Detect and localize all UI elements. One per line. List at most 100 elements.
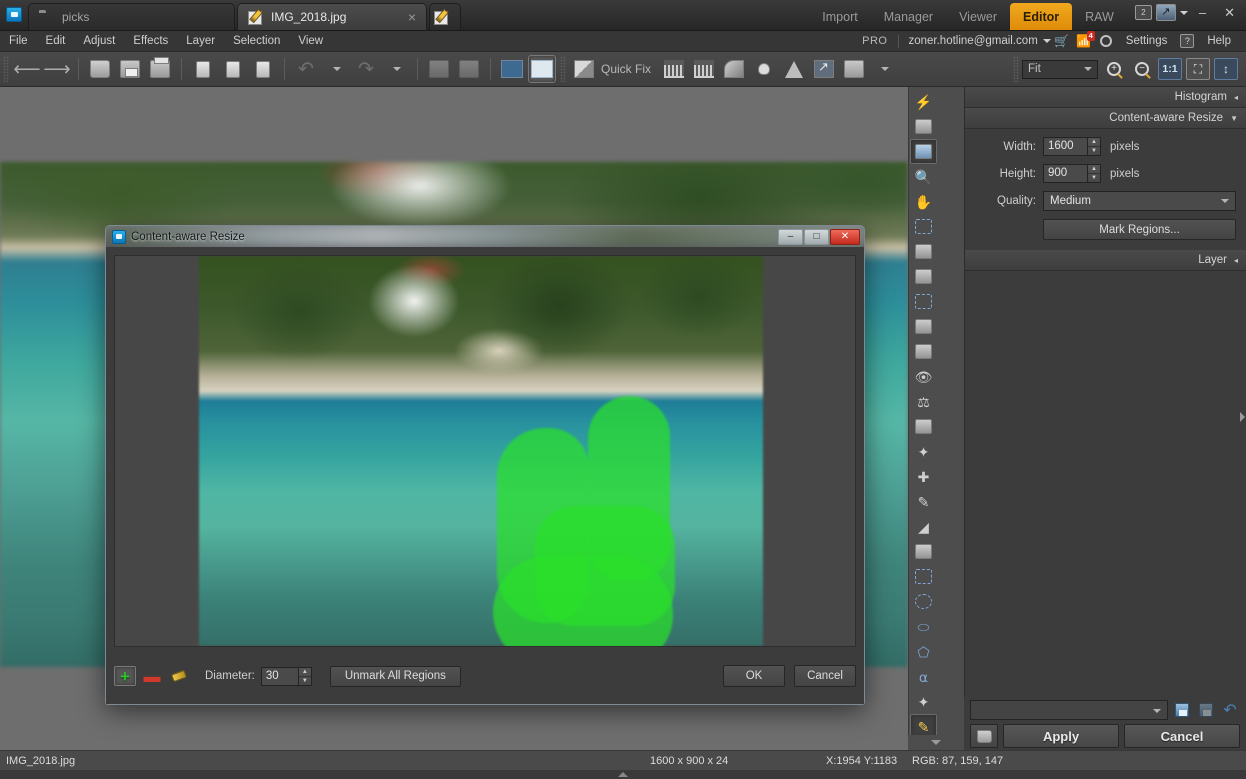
tool-zoom[interactable]: 🔍 [910, 164, 937, 189]
dialog-close-button[interactable]: ✕ [830, 228, 860, 245]
tool-lasso-select[interactable]: ⬭ [910, 614, 937, 639]
menu-selection[interactable]: Selection [224, 35, 289, 47]
rotate-right-button[interactable] [455, 55, 483, 83]
height-stepper[interactable]: 900 ▲ ▼ [1043, 164, 1101, 183]
tool-magnetic-lasso[interactable]: ⍺ [910, 664, 937, 689]
dialog-cancel-button[interactable]: Cancel [794, 665, 856, 687]
tool-paint-brush[interactable]: ✎ [910, 489, 937, 514]
diameter-stepper[interactable]: 30 ▲ ▼ [260, 666, 312, 686]
compare-preview-icon[interactable] [970, 724, 998, 748]
forward-button[interactable]: ⟶ [43, 55, 71, 83]
dialog-title-bar[interactable]: Content-aware Resize – □ ✕ [106, 226, 864, 247]
tool-healing-brush[interactable]: ✚ [910, 464, 937, 489]
save-button[interactable] [116, 55, 144, 83]
mode-viewer[interactable]: Viewer [946, 3, 1010, 30]
mode-raw[interactable]: RAW [1072, 3, 1127, 30]
reset-undo-icon[interactable]: ↶ [1220, 701, 1240, 720]
diameter-input[interactable]: 30 [260, 666, 299, 686]
undo-button[interactable]: ↶ [292, 55, 320, 83]
account-email[interactable]: zoner.hotline@gmail.com [901, 35, 1042, 47]
tool-smooth-iron[interactable] [910, 414, 937, 439]
fit-to-window-button[interactable]: ⛶ [1186, 58, 1210, 80]
tool-free-transform[interactable] [910, 289, 937, 314]
close-button[interactable]: ✕ [1217, 5, 1242, 21]
curves-button[interactable] [690, 55, 718, 83]
tool-ellipse-select[interactable] [910, 589, 937, 614]
spin-down-icon[interactable]: ▼ [1088, 174, 1100, 182]
tool-retouch-brush[interactable]: ✦ [910, 439, 937, 464]
zoom-out-button[interactable]: − [1130, 58, 1154, 80]
menu-view[interactable]: View [289, 35, 332, 47]
tool-polygon-select[interactable]: ⬠ [910, 639, 937, 664]
lighten-button[interactable] [750, 55, 778, 83]
unmark-all-regions-button[interactable]: Unmark All Regions [329, 665, 461, 687]
tool-distort[interactable] [910, 314, 937, 339]
tool-straighten[interactable] [910, 239, 937, 264]
eraser-button[interactable] [168, 666, 190, 686]
copy-button[interactable] [189, 55, 217, 83]
menu-edit[interactable]: Edit [37, 35, 75, 47]
toolbar-grip[interactable] [1013, 56, 1019, 82]
layers-dropdown[interactable] [870, 55, 898, 83]
tool-perspective-v[interactable] [910, 264, 937, 289]
mode-import[interactable]: Import [809, 3, 870, 30]
tool-layers[interactable] [910, 114, 937, 139]
panel-header-layer[interactable]: Layer ◂ [965, 250, 1246, 271]
menu-adjust[interactable]: Adjust [74, 35, 124, 47]
open-button[interactable] [86, 55, 114, 83]
remove-region-button[interactable]: ▬ [141, 666, 163, 686]
bottom-expander-bar[interactable] [0, 770, 1246, 779]
shopping-cart-icon[interactable]: 🛒 [1051, 33, 1073, 49]
zoom-level-select[interactable]: Fit [1022, 59, 1098, 79]
menu-effects[interactable]: Effects [124, 35, 177, 47]
panel-header-content-aware-resize[interactable]: Content-aware Resize ▼ [965, 108, 1246, 129]
tool-eraser[interactable] [910, 539, 937, 564]
layout-sidepanel-button[interactable] [528, 55, 556, 83]
quality-select[interactable]: Medium [1043, 191, 1236, 211]
mode-manager[interactable]: Manager [871, 3, 946, 30]
tab-img-2018[interactable]: IMG_2018.jpg × [237, 3, 427, 30]
back-button[interactable]: ⟵ [13, 55, 41, 83]
tool-paint-bucket[interactable]: ◢ [910, 514, 937, 539]
layout-filmstrip-button[interactable] [498, 55, 526, 83]
quick-fix-button[interactable] [570, 55, 598, 83]
actual-size-button[interactable]: 1:1 [1158, 58, 1182, 80]
cancel-button[interactable]: Cancel [1124, 724, 1240, 748]
menu-file[interactable]: File [0, 35, 37, 47]
chevron-down-icon[interactable] [1179, 10, 1188, 15]
tool-red-eye[interactable]: 👁 [910, 364, 937, 389]
apply-button[interactable]: Apply [1003, 724, 1119, 748]
rss-feed-icon[interactable]: 📶 4 [1073, 31, 1095, 49]
menu-layer[interactable]: Layer [177, 35, 224, 47]
help-icon[interactable]: ? [1176, 33, 1198, 49]
tool-clone-stamp[interactable]: ⚖ [910, 389, 937, 414]
tool-palette-scroll-down[interactable] [908, 735, 964, 750]
gear-icon[interactable] [1095, 33, 1117, 49]
tab-new-document[interactable] [429, 3, 461, 30]
height-spin-buttons[interactable]: ▲ ▼ [1088, 164, 1101, 183]
mode-editor[interactable]: Editor [1010, 3, 1073, 30]
dialog-ok-button[interactable]: OK [723, 665, 785, 687]
spin-down-icon[interactable]: ▼ [299, 677, 311, 685]
mark-regions-button[interactable]: Mark Regions... [1043, 219, 1236, 240]
tool-crop[interactable] [910, 214, 937, 239]
contrast-button[interactable] [780, 55, 808, 83]
preset-select[interactable] [970, 700, 1168, 720]
tool-hand[interactable]: ✋ [910, 189, 937, 214]
dialog-maximize-button[interactable]: □ [804, 228, 829, 245]
resize-button[interactable] [810, 55, 838, 83]
tab-picks[interactable]: picks [28, 3, 235, 30]
diameter-spin-buttons[interactable]: ▲ ▼ [298, 666, 312, 686]
settings-link[interactable]: Settings [1117, 35, 1177, 47]
toolbar-grip[interactable] [3, 56, 9, 82]
delete-preset-icon[interactable] [1196, 701, 1216, 720]
tool-adjust[interactable] [910, 139, 937, 164]
add-region-button[interactable]: + [114, 666, 136, 686]
dialog-minimize-button[interactable]: – [778, 228, 803, 245]
width-stepper[interactable]: 1600 ▲ ▼ [1043, 137, 1101, 156]
spin-down-icon[interactable]: ▼ [1088, 147, 1100, 155]
height-input[interactable]: 900 [1043, 164, 1088, 183]
tab-close-icon[interactable]: × [400, 10, 416, 24]
spin-up-icon[interactable]: ▲ [1088, 138, 1100, 147]
save-preset-icon[interactable] [1172, 701, 1192, 720]
